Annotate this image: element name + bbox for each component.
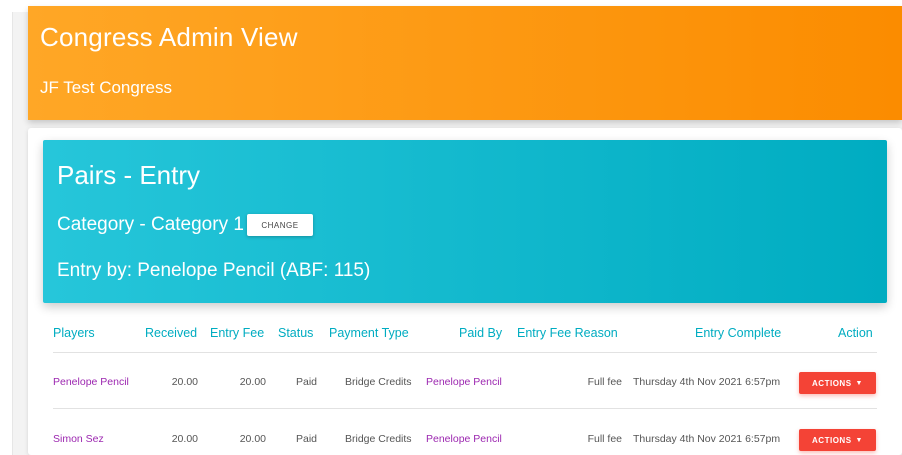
entry-complete-cell: Thursday 4th Nov 2021 6:57pm (633, 376, 781, 388)
column-header-entry-fee: Entry Fee (210, 326, 265, 340)
caret-down-icon: ▼ (855, 436, 863, 444)
payment-type-cell: Bridge Credits (345, 433, 412, 445)
congress-header-card: Congress Admin View JF Test Congress (28, 6, 902, 120)
entry-fee-reason-cell: Full fee (587, 376, 622, 388)
page-title: Congress Admin View (40, 22, 298, 52)
received-cell: 20.00 (171, 376, 198, 388)
actions-label: ACTIONS (812, 378, 852, 388)
column-header-entry-fee-reason: Entry Fee Reason (517, 326, 618, 340)
column-header-status: Status (278, 326, 314, 340)
entry-fee-cell: 20.00 (239, 376, 266, 388)
player-link[interactable]: Penelope Pencil (53, 376, 129, 388)
status-cell: Paid (295, 376, 317, 388)
column-header-payment-type: Payment Type (329, 326, 409, 340)
column-header-players: Players (53, 326, 95, 340)
entry-by: Entry by: Penelope Pencil (ABF: 115) (57, 260, 371, 281)
status-cell: Paid (295, 433, 317, 445)
paid-by-link[interactable]: Penelope Pencil (426, 376, 502, 388)
player-link[interactable]: Simon Sez (53, 433, 104, 445)
caret-down-icon: ▼ (855, 379, 863, 387)
actions-label: ACTIONS (812, 435, 852, 445)
entry-fee-reason-cell: Full fee (587, 433, 622, 445)
actions-button[interactable]: ACTIONS ▼ (799, 372, 876, 394)
column-header-received: Received (145, 326, 198, 340)
paid-by-link[interactable]: Penelope Pencil (426, 433, 502, 445)
entry-complete-cell: Thursday 4th Nov 2021 6:57pm (633, 433, 781, 445)
actions-button[interactable]: ACTIONS ▼ (799, 429, 876, 451)
change-category-button[interactable]: CHANGE (247, 214, 313, 236)
column-header-paid-by: Paid By (459, 326, 503, 340)
congress-name: JF Test Congress (40, 78, 172, 97)
column-header-entry-complete: Entry Complete (695, 326, 782, 340)
entry-card: Pairs - Entry Category - Category 1 CHAN… (43, 140, 887, 303)
column-header-action: Action (838, 326, 873, 340)
entry-category: Category - Category 1 (57, 214, 244, 235)
received-cell: 20.00 (171, 433, 198, 445)
payment-type-cell: Bridge Credits (345, 376, 412, 388)
table-header-divider (53, 352, 877, 353)
entry-fee-cell: 20.00 (239, 433, 266, 445)
table-row-divider (53, 408, 877, 409)
entry-title: Pairs - Entry (57, 160, 201, 190)
